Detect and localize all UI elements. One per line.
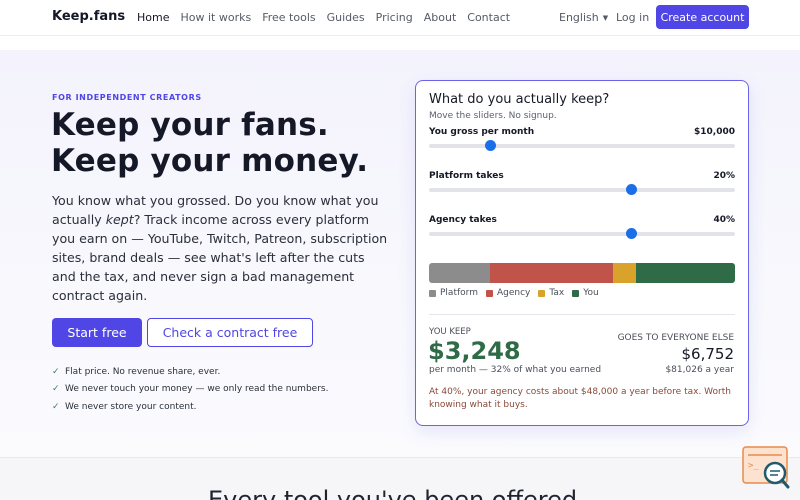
language-selector[interactable]: English ▼: [559, 11, 608, 24]
legend-swatch: [538, 289, 546, 297]
breakdown-segment-you: [635, 263, 735, 283]
you-keep-note: per month — 32% of what you earned: [429, 365, 602, 375]
hero-body-emphasis: kept: [105, 212, 134, 227]
checklist-item: ✓ We never touch your money — we only re…: [52, 381, 328, 399]
check-icon: ✓: [52, 401, 60, 412]
hero-body: You know what you grossed. Do you know w…: [52, 191, 392, 305]
svg-text:>_: >_: [748, 461, 759, 471]
breakdown-legend: Platform Agency Tax You: [429, 288, 607, 298]
calculator-divider: [429, 314, 735, 315]
everyone-else-amount: $6,752: [681, 345, 735, 363]
nav-link-guides[interactable]: Guides: [327, 11, 365, 24]
start-free-button[interactable]: Start free: [52, 318, 142, 347]
top-nav: Keep.fans Home How it works Free tools G…: [0, 0, 800, 36]
agency-slider-value: 40%: [713, 215, 735, 225]
checklist-item: ✓ Flat price. No revenue share, ever.: [52, 363, 328, 381]
gross-slider-track[interactable]: [429, 144, 735, 148]
platform-slider-label: Platform takes: [429, 171, 504, 181]
legend-swatch: [429, 289, 436, 297]
headline-line-2: Keep your money.: [51, 143, 369, 179]
calculator-subtitle: Move the sliders. No signup.: [429, 111, 557, 121]
breakdown-segment-tax: [612, 263, 636, 283]
gross-slider-label: You gross per month: [429, 127, 535, 137]
gross-slider-value: $10,000: [694, 127, 735, 137]
checklist-item: ✓ We never store your content.: [52, 398, 328, 416]
platform-slider-thumb[interactable]: [625, 184, 637, 195]
nav-link-how-it-works[interactable]: How it works: [180, 11, 251, 24]
gross-slider-thumb[interactable]: [484, 140, 496, 151]
legend-item-agency: Agency: [485, 288, 531, 298]
agency-slider-track[interactable]: [429, 232, 735, 236]
agency-cost-warning: At 40%, your agency costs about $48,000 …: [429, 387, 731, 410]
create-account-button[interactable]: Create account: [656, 5, 749, 29]
nav-link-contact[interactable]: Contact: [467, 11, 510, 24]
check-icon: ✓: [52, 366, 60, 377]
agency-slider-label: Agency takes: [429, 215, 497, 225]
breakdown-bar: [429, 263, 735, 283]
hero-headline: Keep your fans. Keep your money.: [51, 107, 368, 179]
login-link[interactable]: Log in: [616, 11, 649, 24]
legend-item-platform: Platform: [429, 288, 478, 298]
platform-slider-value: 20%: [713, 171, 735, 181]
nav-links: Home How it works Free tools Guides Pric…: [137, 11, 521, 24]
breakdown-segment-platform: [429, 263, 491, 283]
feature-checklist: ✓ Flat price. No revenue share, ever. ✓ …: [52, 363, 328, 416]
everyone-else-label: GOES TO EVERYONE ELSE: [617, 333, 734, 343]
platform-slider-track[interactable]: [429, 188, 735, 192]
legend-label: You: [583, 288, 599, 298]
language-label: English: [559, 11, 599, 24]
legend-label: Platform: [440, 288, 478, 298]
legend-item-you: You: [572, 288, 599, 298]
legend-swatch: [485, 289, 493, 297]
chat-search-widget-icon[interactable]: >_: [742, 446, 790, 490]
headline-line-1: Keep your fans.: [51, 107, 329, 143]
legend-swatch: [572, 289, 580, 297]
tools-section: Every tool you've been offered: [0, 457, 800, 500]
breakdown-segment-agency: [490, 263, 613, 283]
hero-eyebrow: FOR INDEPENDENT CREATORS: [52, 93, 202, 102]
agency-slider-thumb[interactable]: [625, 228, 637, 239]
check-contract-button[interactable]: Check a contract free: [147, 318, 313, 347]
everyone-else-note: $81,026 a year: [665, 365, 734, 375]
calculator-title: What do you actually keep?: [429, 92, 610, 107]
you-keep-amount: $3,248: [428, 337, 521, 365]
checklist-item-text: We never touch your money — we only read…: [65, 384, 329, 395]
nav-link-pricing[interactable]: Pricing: [376, 11, 413, 24]
tools-section-title: Every tool you've been offered: [208, 486, 578, 500]
chevron-down-icon: ▼: [602, 13, 609, 22]
nav-link-home[interactable]: Home: [137, 11, 169, 24]
legend-item-tax: Tax: [538, 288, 564, 298]
nav-link-free-tools[interactable]: Free tools: [262, 11, 315, 24]
check-icon: ✓: [52, 384, 60, 395]
checklist-item-text: We never store your content.: [65, 401, 197, 412]
logo[interactable]: Keep.fans: [52, 9, 125, 24]
keep-calculator-card: What do you actually keep? Move the slid…: [415, 80, 749, 426]
legend-label: Tax: [549, 288, 565, 298]
you-keep-label: YOU KEEP: [429, 327, 471, 337]
nav-link-about[interactable]: About: [424, 11, 457, 24]
checklist-item-text: Flat price. No revenue share, ever.: [65, 366, 221, 377]
legend-label: Agency: [496, 288, 531, 298]
